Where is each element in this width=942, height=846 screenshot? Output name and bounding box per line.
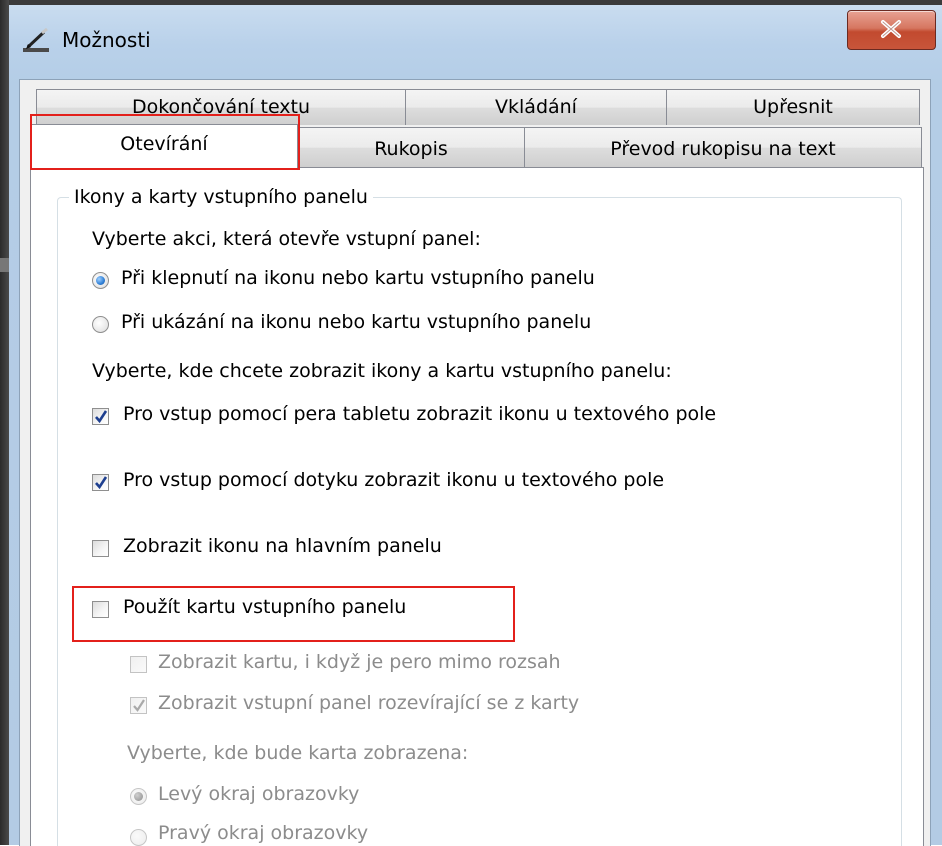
checkbox-show-tab-out-of-range[interactable] — [130, 656, 147, 673]
checkbox-taskbar-icon[interactable] — [92, 540, 109, 557]
radio-on-tap[interactable] — [92, 272, 109, 289]
prompt-where: Vyberte, kde chcete zobrazit ikony a kar… — [92, 360, 672, 382]
screen-left-edge — [0, 0, 9, 845]
radio-right-edge-label[interactable]: Pravý okraj obrazovky — [158, 822, 368, 844]
checkmark-icon — [95, 476, 108, 490]
group-legend: Ikony a karty vstupního panelu — [69, 186, 373, 208]
close-icon — [881, 20, 901, 38]
checkbox-slide-from-tab[interactable] — [130, 697, 147, 714]
radio-right-edge[interactable] — [130, 829, 147, 846]
tab-vkladani[interactable]: Vkládání — [405, 89, 667, 125]
checkmark-icon — [133, 699, 145, 712]
close-button[interactable] — [847, 10, 936, 50]
radio-on-tap-label[interactable]: Při klepnutí na ikonu nebo kartu vstupní… — [121, 267, 595, 289]
checkbox-touch-icon[interactable] — [92, 474, 109, 491]
checkbox-taskbar-icon-label[interactable]: Zobrazit ikonu na hlavním panelu — [123, 535, 442, 557]
highlight-otevirani-tab — [30, 114, 300, 170]
radio-on-hover-label[interactable]: Při ukázání na ikonu nebo kartu vstupníh… — [121, 311, 591, 333]
tab-prevod-rukopisu[interactable]: Převod rukopisu na text — [524, 127, 922, 167]
prompt-tab-position: Vyberte, kde bude karta zobrazena: — [127, 742, 469, 764]
tab-rukopis[interactable]: Rukopis — [297, 127, 525, 167]
checkbox-slide-from-tab-label[interactable]: Zobrazit vstupní panel rozevírající se z… — [158, 692, 579, 714]
highlight-use-tab-checkbox — [72, 586, 515, 642]
tab-upresnit[interactable]: Upřesnit — [666, 89, 920, 125]
prompt-open-action: Vyberte akci, která otevře vstupní panel… — [92, 228, 481, 250]
pen-tablet-icon — [23, 28, 49, 52]
window-title: Možnosti — [62, 28, 151, 52]
checkbox-pen-icon[interactable] — [92, 408, 109, 425]
checkbox-pen-icon-label[interactable]: Pro vstup pomocí pera tabletu zobrazit i… — [123, 403, 716, 425]
checkbox-show-tab-out-of-range-label[interactable]: Zobrazit kartu, i když je pero mimo rozs… — [158, 651, 561, 673]
checkbox-touch-icon-label[interactable]: Pro vstup pomocí dotyku zobrazit ikonu u… — [123, 469, 664, 491]
checkmark-icon — [95, 410, 108, 424]
radio-left-edge-label[interactable]: Levý okraj obrazovky — [158, 783, 359, 805]
radio-on-hover[interactable] — [92, 316, 109, 333]
radio-left-edge[interactable] — [130, 788, 147, 805]
